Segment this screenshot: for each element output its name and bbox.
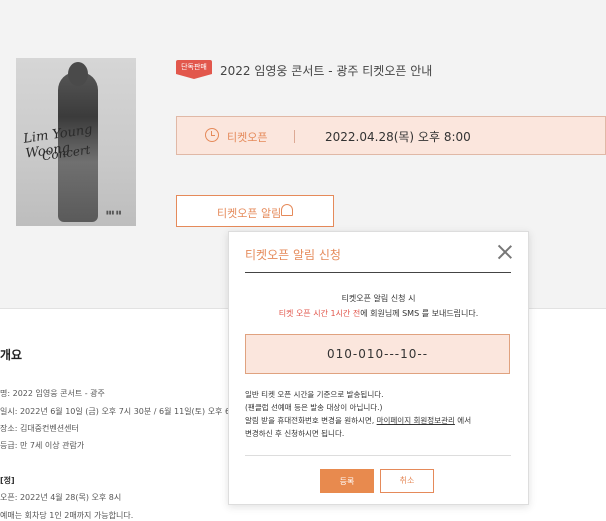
modal-intro-line1: 티켓오픈 알림 신청 시 [341,294,416,303]
poster-logo: ▮▮▮ ▮▮ [106,210,122,216]
modal-note-3: 알림 받을 휴대전화번호 변경을 원하시면, 마이페이지 회원정보관리 에서 [245,415,471,426]
alarm-signup-modal: 티켓오픈 알림 신청 티켓오픈 알림 신청 시 티켓 오픈 시간 1시간 전에 … [228,231,529,505]
ticket-open-date: 2022.04.28(목) 오후 8:00 [325,130,471,144]
overview-line-rating: 등급: 만 7세 이상 관람가 [0,441,85,450]
divider [294,130,295,143]
modal-footer-divider [245,455,511,456]
modal-note-3-post: 에서 [454,416,472,425]
overview-line-date: 일시: 2022년 6월 10일 (금) 오후 7시 30분 / 6월 11일(… [0,407,231,416]
clock-icon [205,128,219,142]
bell-icon [281,204,293,216]
alarm-button-label: 티켓오픈 알림 [217,207,282,220]
overview-heading: 개요 [0,348,23,362]
cancel-button[interactable]: 취소 [380,469,434,493]
modal-note-2: (팬클럽 선예매 등은 발송 대상이 아닙니다.) [245,403,383,412]
poster-figure-head [68,62,88,86]
ticket-open-info-box: 티켓오픈 2022.04.28(목) 오후 8:00 [176,116,606,155]
overview-line-limit: 예매는 회차당 1인 2매까지 가능합니다. [0,511,134,520]
modal-title: 티켓오픈 알림 신청 [245,248,341,262]
modal-intro-highlight: 티켓 오픈 시간 1시간 전 [278,309,361,318]
modal-note-1: 일반 티켓 오픈 시간을 기준으로 발송됩니다. [245,390,384,399]
register-button[interactable]: 등록 [320,469,374,493]
modal-note-4: 변경하신 후 신청하시면 됩니다. [245,429,345,438]
overview-line-section: [정] [0,476,15,485]
modal-intro-line2: 티켓 오픈 시간 1시간 전에 회원님께 SMS 를 보내드립니다. [229,308,528,319]
ticket-open-alarm-button[interactable]: 티켓오픈 알림 [176,195,334,227]
ticket-open-label: 티켓오픈 [227,131,268,144]
overview-line-name: 명: 2022 임영웅 콘서트 - 광주 [0,389,105,398]
exclusive-sale-badge: 단독판매 [176,60,212,79]
overview-line-venue: 장소: 김대중컨벤션센터 [0,424,79,433]
mypage-member-info-link[interactable]: 마이페이지 회원정보관리 [377,416,455,425]
product-title: 2022 임영웅 콘서트 - 광주 티켓오픈 안내 [220,64,433,78]
modal-note-3-pre: 알림 받을 휴대전화번호 변경을 원하시면, [245,416,377,425]
modal-title-divider [245,272,511,273]
phone-number-field: 010-010---10-- [245,334,510,374]
close-icon[interactable] [497,244,513,260]
overview-line-open: 오픈: 2022년 4월 28(목) 오후 8시 [0,493,122,502]
concert-poster-image: Lim Young Woong Concert ▮▮▮ ▮▮ [16,58,136,226]
modal-intro-rest: 에 회원님께 SMS 를 보내드립니다. [360,309,479,318]
